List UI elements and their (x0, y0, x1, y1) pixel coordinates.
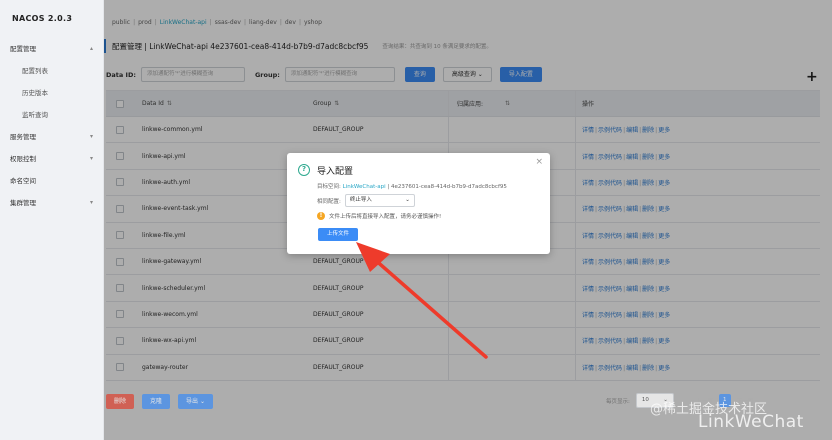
target-namespace: 目标空间: LinkWeChat-api | 4e237601-cea8-414… (317, 182, 507, 190)
target-ns-id: | 4e237601-cea8-414d-b7b9-d7adc8cbcf95 (387, 184, 507, 190)
sidebar-item[interactable]: 权限控制 ▾ (0, 148, 103, 170)
dialog-title: 导入配置 (317, 167, 354, 177)
chevron-down-icon: ⌄ (199, 397, 205, 405)
upload-warning: ! 文件上传后将直接导入配置，请务必谨慎操作! (317, 212, 441, 220)
sidebar-item[interactable]: 监听查询 (0, 104, 103, 126)
export-button[interactable]: 导出 ⌄ (178, 393, 213, 409)
sidebar-item-label: 监听查询 (22, 111, 48, 119)
watermark-brand: LinkWeChat (698, 412, 804, 432)
sidebar-item[interactable]: 配置管理 ▴ (0, 38, 103, 60)
chevron-down-icon: ⌄ (405, 197, 410, 203)
clone-button[interactable]: 克隆 (142, 393, 171, 409)
sidebar-item-label: 权限控制 (10, 155, 36, 163)
chevron-down-icon: ▾ (89, 133, 93, 140)
sidebar-item-label: 服务管理 (10, 133, 36, 141)
warning-text: 文件上传后将直接导入配置，请务必谨慎操作! (329, 214, 442, 220)
sidebar-item[interactable]: 命名空间 (0, 170, 103, 192)
page-size-value: 10 (641, 397, 649, 403)
sidebar-item-label: 配置列表 (22, 67, 48, 75)
help-icon: ? (298, 164, 310, 176)
sidebar-item[interactable]: 集群管理 ▾ (0, 192, 103, 214)
export-label: 导出 (186, 397, 199, 405)
sidebar-item-label: 配置管理 (10, 45, 36, 53)
target-ns-name: LinkWeChat-api (342, 184, 386, 190)
chevron-up-icon: ▴ (89, 45, 93, 52)
sidebar-item[interactable]: 服务管理 ▾ (0, 126, 103, 148)
upload-file-button[interactable]: 上传文件 (318, 228, 358, 241)
sidebar-item[interactable]: 配置列表 (0, 60, 103, 82)
sidebar-item-label: 命名空间 (10, 177, 36, 185)
same-config-policy: 相同配置: 终止导入 ⌄ (317, 194, 415, 207)
chevron-down-icon: ▾ (89, 199, 93, 206)
brand-logo: NACOS 2.0.3 (12, 14, 73, 23)
same-config-value: 终止导入 (349, 197, 372, 203)
sidebar-item-label: 历史版本 (22, 89, 48, 97)
sidebar-item-label: 集群管理 (10, 199, 36, 207)
same-config-label: 相同配置: (317, 198, 341, 205)
sidebar: NACOS 2.0.3 配置管理 ▴ 配置列表历史版本监听查询服务管理 ▾ 权限控制 ▾ 命… (0, 0, 104, 440)
chevron-down-icon: ▾ (89, 155, 93, 162)
close-icon[interactable]: × (535, 158, 543, 167)
same-config-select[interactable]: 终止导入 ⌄ (344, 194, 415, 207)
target-label: 目标空间: (317, 184, 341, 190)
warning-icon: ! (317, 212, 325, 220)
sidebar-menu: 配置管理 ▴ 配置列表历史版本监听查询服务管理 ▾ 权限控制 ▾ 命名空间集群管理 ▾ (0, 38, 103, 214)
page-size-label: 每页显示: (606, 398, 630, 405)
import-config-dialog: × ? 导入配置 目标空间: LinkWeChat-api | 4e237601… (287, 153, 550, 254)
sidebar-item[interactable]: 历史版本 (0, 82, 103, 104)
delete-button[interactable]: 删除 (106, 393, 135, 409)
